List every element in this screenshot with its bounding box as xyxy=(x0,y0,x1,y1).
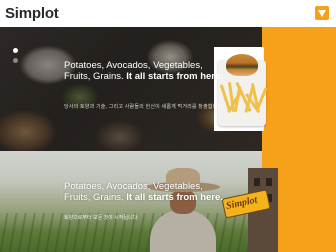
pager-dot[interactable] xyxy=(13,58,18,63)
burger-image xyxy=(226,54,258,76)
hero-food-subtext: 당사의 토양과 기술, 그리고 사람들의 헌신이 새롭게 먹거리를 창출합니다. xyxy=(64,104,224,110)
hero-food-tagline: Potatoes, Avocados, Vegetables, Fruits, … xyxy=(64,60,224,82)
simplot-mark-icon[interactable] xyxy=(315,6,329,20)
pager-dot-active[interactable] xyxy=(13,48,18,53)
simplot-logo[interactable]: Simplot xyxy=(5,5,59,22)
header-bar: Simplot xyxy=(0,0,336,27)
slide-pager xyxy=(13,48,19,68)
hero-food-tagline-bold: It all starts from here. xyxy=(126,71,223,82)
hero-farm-subtext: 토양으로부터 모든 것이 시작됩니다. xyxy=(64,215,139,221)
fries-image xyxy=(219,80,268,120)
hero-farm-tagline-bold: It all starts from here. xyxy=(126,192,223,203)
hero-farm-tagline: Potatoes, Avocados, Vegetables, Fruits, … xyxy=(64,181,224,203)
